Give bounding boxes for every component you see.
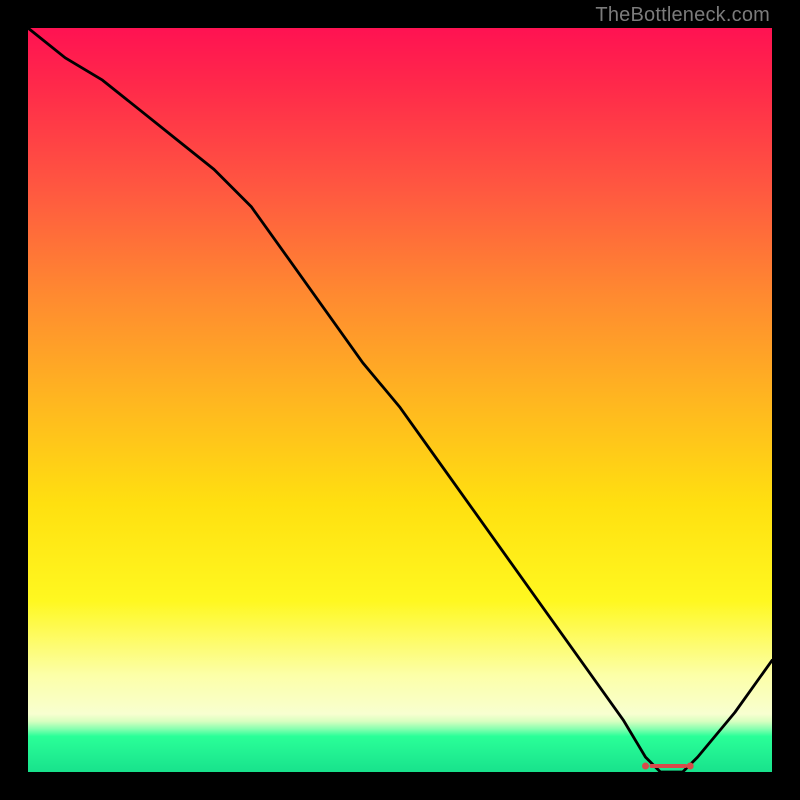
- chart-frame: TheBottleneck.com: [0, 0, 800, 800]
- attribution-text: TheBottleneck.com: [595, 4, 770, 27]
- bottleneck-curve: [28, 28, 772, 772]
- curve-layer: [28, 28, 772, 772]
- optimum-marker-dot: [687, 763, 694, 770]
- plot-area: [28, 28, 772, 772]
- optimum-marker-dot: [642, 763, 649, 770]
